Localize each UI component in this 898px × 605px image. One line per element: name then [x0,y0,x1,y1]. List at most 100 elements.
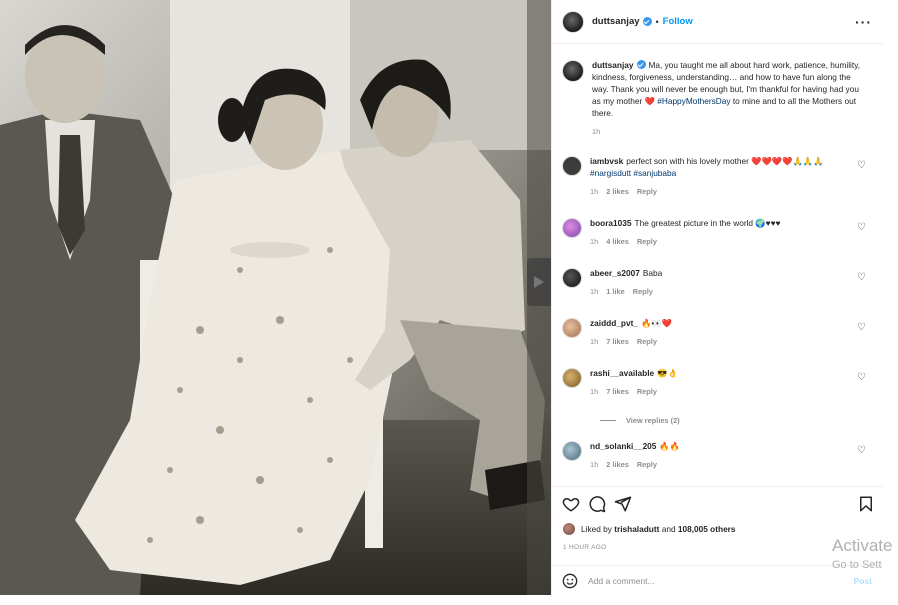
share-send-icon[interactable] [614,495,632,513]
post-comment-button[interactable]: Post [854,576,872,586]
liked-by-avatar[interactable] [563,523,575,535]
comment-item: zaiddd_pvt_ 🔥👀❤️ 1h 7 likes Reply ♡ [562,317,874,346]
like-heart-icon[interactable] [562,495,580,513]
commenter-username[interactable]: nd_solanki__205 [590,441,656,451]
caption-username[interactable]: duttsanjay [592,60,634,70]
comment-likes[interactable]: 1 like [606,287,625,296]
verified-badge-icon [642,17,652,26]
commenter-username[interactable]: boora1035 [590,218,632,228]
comment-item: rashi__available 😎👌 1h 7 likes Reply ♡ [562,367,874,396]
reply-button[interactable]: Reply [637,337,657,346]
reply-button[interactable]: Reply [633,287,653,296]
comment-likes[interactable]: 7 likes [606,387,629,396]
comment-likes[interactable]: 7 likes [606,337,629,346]
commenter-username[interactable]: rashi__available [590,368,654,378]
author-avatar[interactable] [562,10,584,33]
post-photo[interactable] [0,0,551,595]
comment-likes[interactable]: 2 likes [606,460,629,469]
like-comment-heart-icon[interactable]: ♡ [857,161,866,171]
commenter-avatar[interactable] [562,368,582,388]
verified-badge-icon [636,60,646,69]
like-comment-heart-icon[interactable]: ♡ [857,323,866,333]
comment-item: nd_solanki__205 🔥🔥 1h 2 likes Reply ♡ [562,440,874,469]
reply-button[interactable]: Reply [637,387,657,396]
comment-body: perfect son with his lovely mother ❤️❤️❤… [626,156,824,166]
page-bottom-strip [0,595,898,605]
comment-meta: 1h 4 likes Reply [590,237,860,246]
commenter-avatar[interactable] [562,441,582,461]
comment-meta: 1h 2 likes Reply [590,187,860,196]
comment-meta: 1h 2 likes Reply [590,460,860,469]
commenter-avatar[interactable] [562,156,582,176]
post-time[interactable]: 1 HOUR AGO [563,544,606,551]
author-username[interactable]: duttsanjay [592,16,640,27]
comment-body: 🔥👀❤️ [640,318,672,328]
comment-likes[interactable]: 4 likes [606,237,629,246]
commenter-username[interactable]: iambvsk [590,156,623,166]
more-options-icon[interactable]: ··· [855,14,872,30]
commenter-username[interactable]: abeer_s2007 [590,268,640,278]
commenter-username[interactable]: zaiddd_pvt_ [590,318,638,328]
like-comment-heart-icon[interactable]: ♡ [857,223,866,233]
likes-count[interactable]: 108,005 others [678,524,736,534]
save-bookmark-icon[interactable] [857,495,875,513]
comment-text: iambvsk perfect son with his lovely mothe… [590,155,860,179]
post-actions: Liked by trishaladutt and 108,005 others… [552,486,884,595]
caption: duttsanjay Ma, you taught me all about ha… [562,59,874,136]
comment-text: abeer_s2007 Baba [590,267,860,279]
comment-item: iambvsk perfect son with his lovely mothe… [562,155,874,196]
comment-bubble-icon[interactable] [588,495,606,513]
liked-by: Liked by trishaladutt and 108,005 others [563,523,736,535]
caption-avatar[interactable] [562,60,584,82]
follow-button[interactable]: Follow [663,16,693,27]
commenter-avatar[interactable] [562,268,582,288]
comment-time[interactable]: 1h [590,187,598,196]
comment-body: Baba [642,268,663,278]
comment-hashtags[interactable]: #nargisdutt #sanjubaba [590,168,676,178]
liked-by-and: and [661,524,676,534]
comment-text: zaiddd_pvt_ 🔥👀❤️ [590,317,860,329]
comment-meta: 1h 7 likes Reply [590,387,860,396]
caption-text: duttsanjay Ma, you taught me all about ha… [592,59,862,119]
post-side-panel: duttsanjay • Follow ··· duttsanjay Ma, yo… [551,0,884,595]
comment-likes[interactable]: 2 likes [606,187,629,196]
add-comment-bar: Post [552,565,884,596]
comment-body: 😎👌 [657,368,678,378]
comment-meta: 1h 1 like Reply [590,287,860,296]
comment-time[interactable]: 1h [590,287,598,296]
photo-image [0,0,551,595]
like-comment-heart-icon[interactable]: ♡ [857,273,866,283]
next-arrow-icon[interactable] [527,258,551,306]
like-comment-heart-icon[interactable]: ♡ [857,373,866,383]
caption-time[interactable]: 1h [592,127,600,136]
emoji-icon[interactable] [562,573,578,589]
comment-time[interactable]: 1h [590,387,598,396]
caption-hashtag[interactable]: #HappyMothersDay [657,96,730,106]
comment-text: rashi__available 😎👌 [590,367,860,379]
caption-meta: 1h [592,127,862,136]
comment-time[interactable]: 1h [590,460,598,469]
liked-by-user[interactable]: trishaladutt [614,524,659,534]
reply-button[interactable]: Reply [637,237,657,246]
reply-button[interactable]: Reply [637,187,657,196]
page-gutter [883,0,898,605]
comment-item: boora1035 The greatest picture in the wor… [562,217,874,246]
dot-separator: • [655,16,659,27]
comment-time[interactable]: 1h [590,237,598,246]
commenter-avatar[interactable] [562,318,582,338]
comments-list[interactable]: duttsanjay Ma, you taught me all about ha… [552,45,884,485]
view-replies-button[interactable]: View replies (2) [600,416,680,425]
comment-text: nd_solanki__205 🔥🔥 [590,440,860,452]
commenter-avatar[interactable] [562,218,582,238]
comment-meta: 1h 7 likes Reply [590,337,860,346]
comment-body: 🔥🔥 [659,441,681,451]
reply-button[interactable]: Reply [637,460,657,469]
comment-input[interactable] [588,576,818,586]
comment-text: boora1035 The greatest picture in the wor… [590,217,860,229]
comment-item: abeer_s2007 Baba 1h 1 like Reply ♡ [562,267,874,296]
comment-body: The greatest picture in the world 🌍♥♥♥ [634,218,781,228]
comment-time[interactable]: 1h [590,337,598,346]
post-header: duttsanjay • Follow ··· [552,0,884,44]
like-comment-heart-icon[interactable]: ♡ [857,446,866,456]
liked-by-prefix: Liked by [581,524,612,534]
